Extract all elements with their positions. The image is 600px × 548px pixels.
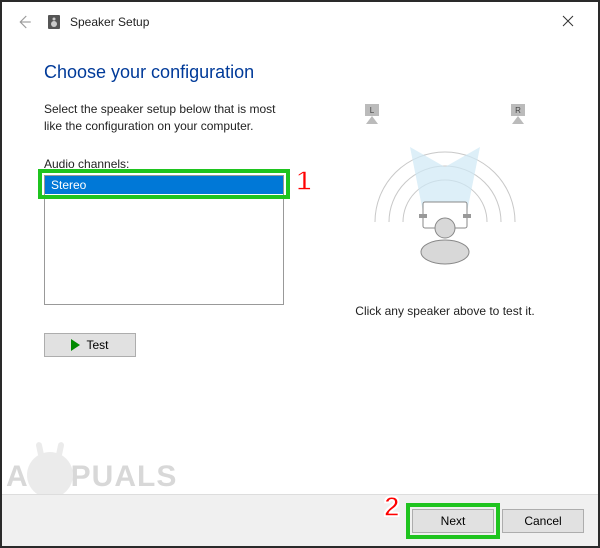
close-icon (562, 15, 574, 27)
audio-channels-listbox[interactable]: Stereo (44, 175, 284, 305)
cancel-button[interactable]: Cancel (502, 509, 584, 533)
next-button[interactable]: Next (412, 509, 494, 533)
button-bar: Next 2 Cancel (2, 494, 598, 546)
tip-text: Click any speaker above to test it. (334, 304, 556, 318)
watermark: A PUALS (6, 448, 177, 494)
play-icon (71, 339, 80, 351)
watermark-logo-icon (27, 452, 73, 498)
back-button[interactable] (12, 10, 36, 34)
left-column: Choose your configuration Select the spe… (44, 62, 304, 357)
instruction-text: Select the speaker setup below that is m… (44, 101, 284, 135)
content-area: Choose your configuration Select the spe… (2, 42, 598, 357)
title-bar: Speaker Setup (2, 2, 598, 42)
callout-number-1: 1 (296, 165, 312, 197)
sound-arc-illustration (345, 102, 545, 282)
list-item-stereo[interactable]: Stereo (45, 176, 283, 194)
close-button[interactable] (552, 8, 584, 38)
arrow-left-icon (15, 13, 33, 31)
channels-label: Audio channels: (44, 157, 304, 171)
speaker-setup-icon (46, 14, 62, 30)
test-button-label: Test (86, 338, 108, 352)
watermark-text-b: PUALS (71, 460, 178, 494)
test-button[interactable]: Test (44, 333, 136, 357)
window-title: Speaker Setup (70, 15, 149, 29)
watermark-text-a: A (6, 460, 29, 494)
right-column: L R Click any speaker above to test it. (304, 62, 556, 357)
callout-number-2: 2 (384, 491, 400, 523)
page-heading: Choose your configuration (44, 62, 304, 83)
speaker-diagram: L R (345, 102, 545, 282)
